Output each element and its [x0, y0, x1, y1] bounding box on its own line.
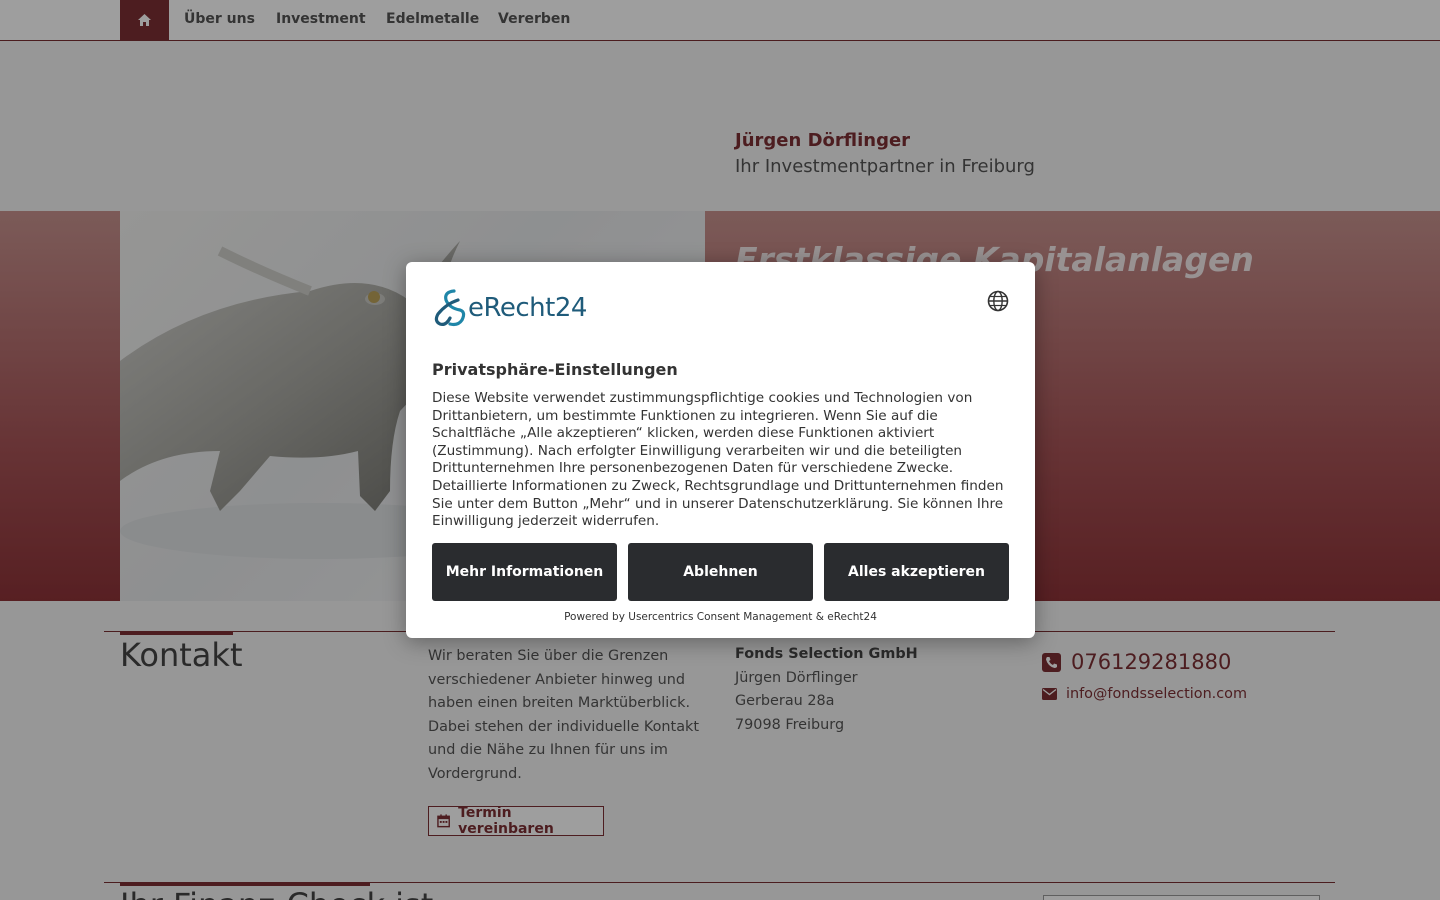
consent-body: Diese Website verwendet zustimmungspflic… — [432, 390, 1004, 530]
erecht24-logo: eRecht24 — [432, 288, 594, 328]
consent-footer: Powered by Usercentrics Consent Manageme… — [564, 611, 877, 623]
erecht24-logo-icon — [434, 289, 466, 327]
erecht24-logo-text: eRecht24 — [468, 293, 587, 323]
accept-all-button[interactable]: Alles akzeptieren — [824, 543, 1009, 601]
more-info-button[interactable]: Mehr Informationen — [432, 543, 617, 601]
globe-icon — [987, 290, 1009, 312]
consent-dialog: eRecht24 Privatsphäre-Einstellungen Dies… — [406, 262, 1035, 638]
consent-title: Privatsphäre-Einstellungen — [432, 360, 678, 379]
language-button[interactable] — [987, 290, 1009, 312]
deny-button[interactable]: Ablehnen — [628, 543, 813, 601]
